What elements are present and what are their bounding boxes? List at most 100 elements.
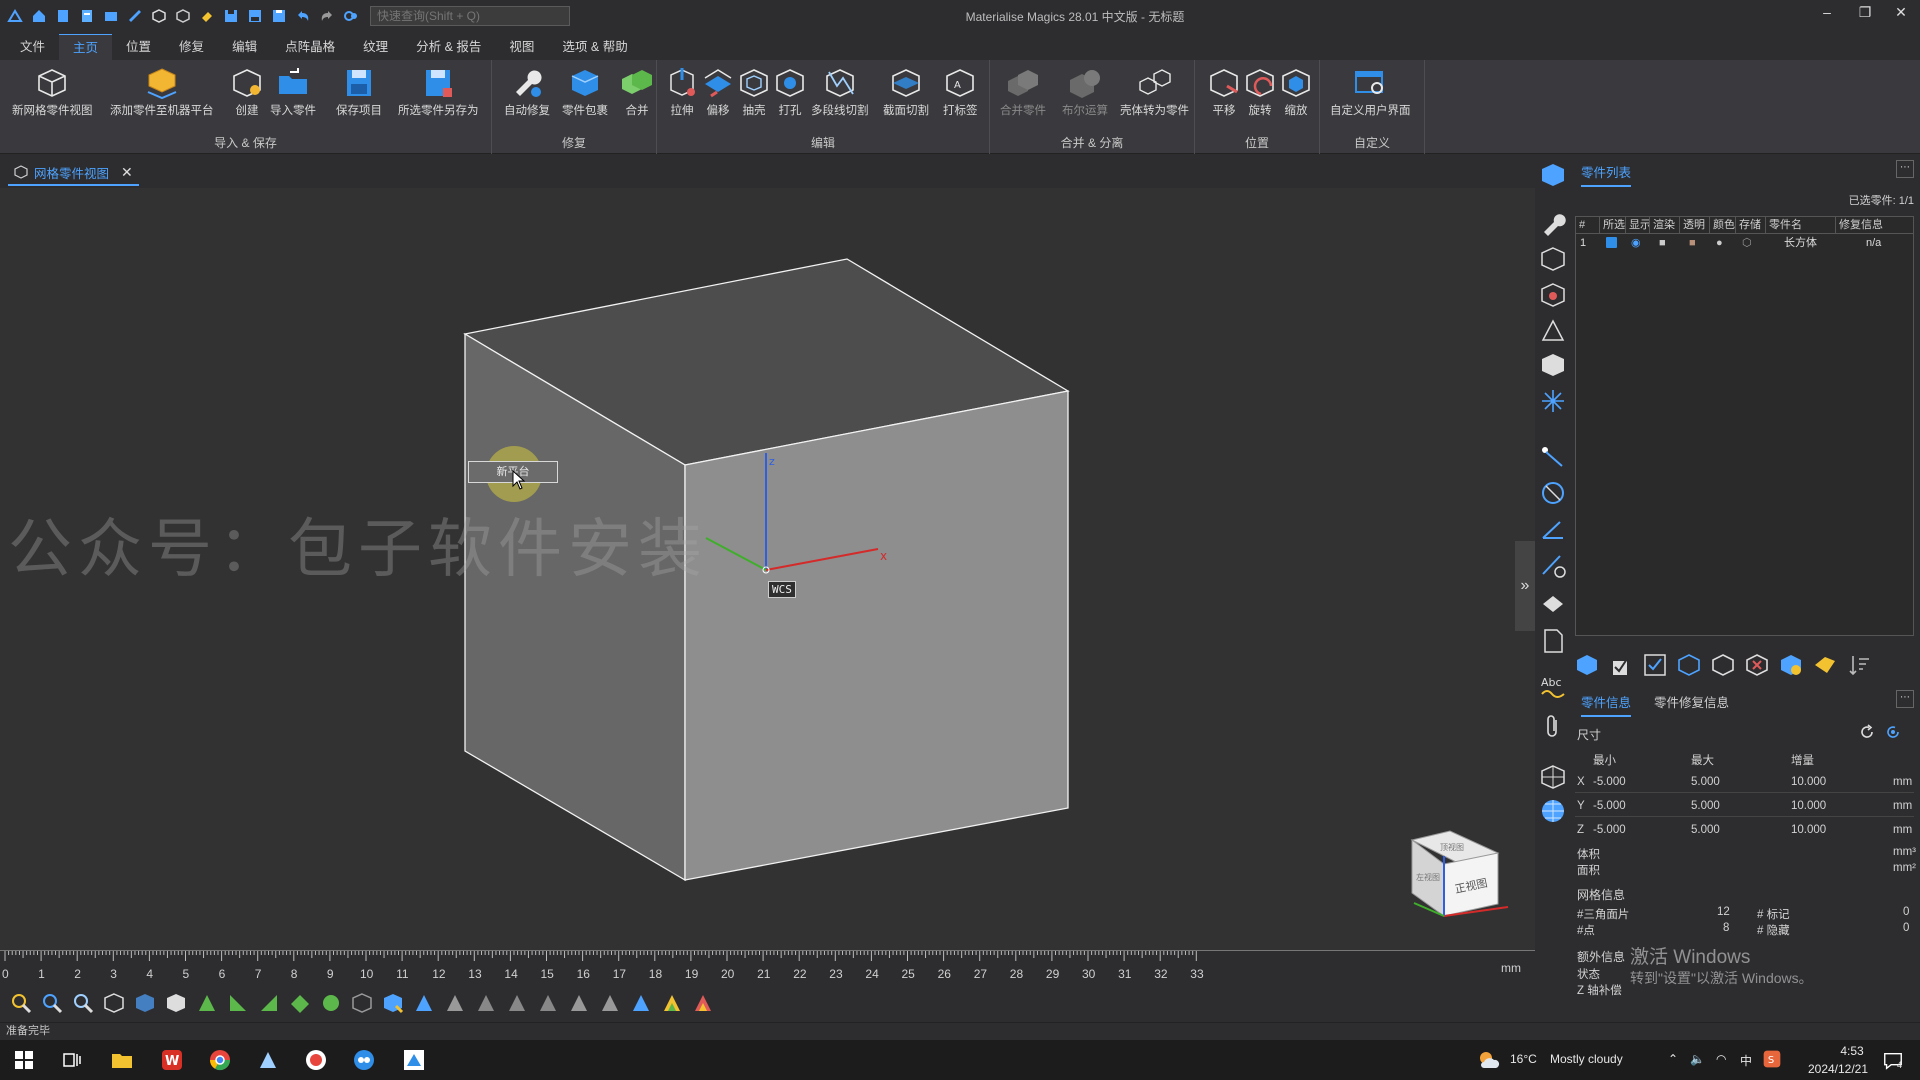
weather-cloud-icon[interactable] — [1476, 1048, 1500, 1072]
auto-fix-button[interactable]: 自动修复 — [504, 66, 550, 118]
tab-lattice[interactable]: 点阵晶格 — [271, 34, 349, 60]
tab-part-info[interactable]: 零件信息 — [1581, 692, 1632, 717]
tab-analysis-report[interactable]: 分析 & 报告 — [402, 34, 495, 60]
zoom-fit-icon[interactable] — [41, 992, 63, 1014]
measure-angle-icon[interactable] — [1540, 516, 1566, 542]
lattice-cube-icon[interactable] — [1540, 764, 1566, 790]
col-header-visible[interactable]: 显示 — [1626, 217, 1650, 233]
ime-indicator[interactable]: 中 — [1740, 1052, 1752, 1069]
color-triangle-icon[interactable] — [661, 992, 683, 1014]
baidu-netdisk-icon[interactable] — [352, 1048, 376, 1072]
offset-button[interactable]: 偏移 — [701, 66, 735, 118]
col-header-index[interactable]: # — [1576, 217, 1600, 233]
tab-mesh-part-view[interactable]: 网格零件视图 ✕ — [8, 160, 139, 186]
view-cube[interactable]: 正视图 顶视图 左视图 — [1410, 830, 1509, 917]
minimize-button[interactable]: – — [1812, 4, 1842, 26]
weather-description[interactable]: Mostly cloudy — [1550, 1052, 1623, 1066]
restore-button[interactable]: ❐ — [1850, 4, 1880, 26]
label-button[interactable]: A 打标签 — [943, 66, 978, 118]
tab-part-fix-info[interactable]: 零件修复信息 — [1654, 692, 1729, 711]
mark-all-icon[interactable] — [630, 992, 652, 1014]
link-icon[interactable] — [342, 7, 360, 25]
mark-shell-icon[interactable] — [568, 992, 590, 1014]
mark-triangle-icon[interactable] — [413, 992, 435, 1014]
windows-start-icon[interactable] — [12, 1048, 36, 1072]
save-project-button[interactable]: 保存项目 — [336, 66, 382, 118]
create-button[interactable]: 创建 — [230, 66, 264, 118]
shaded-view-icon[interactable] — [165, 992, 187, 1014]
hollow-button[interactable]: 抽壳 — [737, 66, 771, 118]
col-header-storage[interactable]: 存储 — [1736, 217, 1766, 233]
col-header-color[interactable]: 颜色 — [1710, 217, 1736, 233]
eraser-icon[interactable] — [198, 7, 216, 25]
texture-sphere-icon[interactable] — [1540, 798, 1566, 824]
task-view-icon[interactable] — [60, 1048, 84, 1072]
row-selected-checkbox[interactable] — [1606, 237, 1617, 248]
zoom-icon[interactable] — [10, 992, 32, 1014]
col-header-render[interactable]: 渲染 — [1650, 217, 1680, 233]
row-visible-eye-icon[interactable]: ◉ — [1631, 235, 1641, 251]
tab-home[interactable]: 主页 — [59, 34, 113, 60]
plane-select-icon[interactable] — [289, 992, 311, 1014]
clock-date[interactable]: 2024/12/21 — [1794, 1062, 1882, 1076]
select-all-icon[interactable] — [1643, 653, 1667, 677]
shrinkwrap-button[interactable]: 零件包裹 — [562, 66, 608, 118]
perspective-icon[interactable] — [134, 992, 156, 1014]
col-header-part-name[interactable]: 零件名 — [1766, 217, 1836, 233]
surface-select-icon[interactable] — [227, 992, 249, 1014]
polyline-cut-button[interactable]: 多段线切割 — [811, 66, 869, 118]
expand-mark-icon[interactable] — [506, 992, 528, 1014]
group-parts-icon[interactable] — [1677, 653, 1701, 677]
measure-info-icon[interactable] — [1540, 552, 1566, 578]
quick-search-input[interactable] — [370, 6, 570, 26]
row-transparent-icon[interactable]: ■ — [1689, 235, 1696, 251]
ungroup-parts-icon[interactable] — [1711, 653, 1735, 677]
new-mesh-view-button[interactable]: 新网格零件视图 — [12, 66, 93, 118]
triangle-select-icon[interactable] — [196, 992, 218, 1014]
screen-recorder-icon[interactable] — [304, 1048, 328, 1072]
invert-mark-icon[interactable] — [537, 992, 559, 1014]
clock-time[interactable]: 4:53 — [1822, 1044, 1882, 1058]
row-storage-icon[interactable]: ⬡ — [1742, 235, 1752, 251]
tools-wrench-icon[interactable] — [1540, 210, 1566, 236]
label-tag-icon[interactable] — [1813, 653, 1837, 677]
chrome-icon[interactable] — [208, 1048, 232, 1072]
tab-fix[interactable]: 修复 — [165, 34, 218, 60]
punch-button[interactable]: 打孔 — [773, 66, 807, 118]
scale-button[interactable]: 缩放 — [1279, 66, 1313, 118]
sogou-input-icon[interactable]: S — [1762, 1049, 1782, 1069]
tab-part-list[interactable]: 零件列表 — [1581, 162, 1632, 187]
notes-app-icon[interactable] — [256, 1048, 280, 1072]
panel-menu-icon[interactable]: ⋯ — [1896, 160, 1914, 178]
tab-options-help[interactable]: 选项 & 帮助 — [548, 34, 641, 60]
undo-icon[interactable] — [294, 7, 312, 25]
report-page-icon[interactable] — [1540, 628, 1566, 654]
expand-panel-button[interactable]: » — [1515, 541, 1535, 631]
part-info-icon[interactable] — [1540, 246, 1566, 272]
col-header-transparent[interactable]: 透明 — [1680, 217, 1710, 233]
mark-plane-icon[interactable] — [599, 992, 621, 1014]
open-file-icon[interactable] — [78, 7, 96, 25]
add-part-icon[interactable] — [1575, 653, 1599, 677]
close-tab-icon[interactable]: ✕ — [121, 164, 133, 181]
tab-texture[interactable]: 纹理 — [349, 34, 402, 60]
label-tool-icon[interactable] — [1540, 318, 1566, 344]
wifi-icon[interactable]: ◠ — [1716, 1052, 1726, 1066]
tab-edit[interactable]: 编辑 — [218, 34, 271, 60]
solid-part-icon[interactable] — [1540, 352, 1566, 378]
wps-office-icon[interactable]: W — [160, 1048, 184, 1072]
zoom-selection-icon[interactable] — [72, 992, 94, 1014]
view-direction-icon[interactable] — [103, 992, 125, 1014]
extrude-button[interactable]: 拉伸 — [665, 66, 699, 118]
cube-front-face[interactable] — [684, 390, 1069, 881]
mesh-select-icon[interactable] — [351, 992, 373, 1014]
row-render-cube-icon[interactable]: ■ — [1659, 235, 1666, 251]
refresh-icon[interactable] — [1859, 724, 1875, 740]
auto-refresh-icon[interactable] — [1885, 724, 1901, 740]
merge-parts-button[interactable]: 合并零件 — [1000, 66, 1046, 118]
measure-point-icon[interactable] — [1540, 444, 1566, 470]
mark-surface-icon[interactable] — [444, 992, 466, 1014]
part-color-icon[interactable] — [1779, 653, 1803, 677]
shell-select-icon[interactable] — [258, 992, 280, 1014]
save-selected-as-button[interactable]: 所选零件另存为 — [398, 66, 479, 118]
